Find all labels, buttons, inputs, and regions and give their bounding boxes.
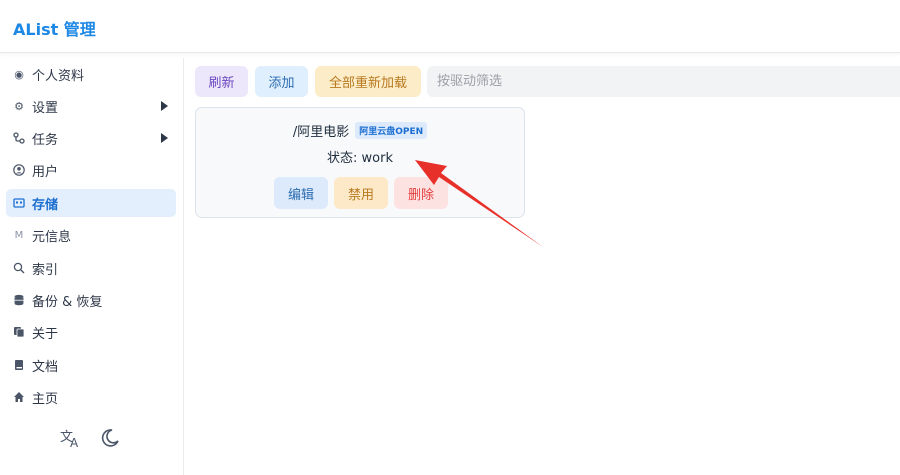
user-icon bbox=[13, 164, 25, 176]
sidebar-item-users[interactable]: 用户 bbox=[6, 156, 176, 184]
sidebar-item-tasks[interactable]: 任务 bbox=[6, 124, 176, 152]
sidebar: ◉ 个人资料 ⚙ 设置 任务 用户 存储 M 元信息 索引 备份 & 恢复 关于… bbox=[0, 58, 184, 475]
reload-all-button[interactable]: 全部重新加载 bbox=[315, 66, 421, 97]
sidebar-item-about[interactable]: 关于 bbox=[6, 318, 176, 346]
sidebar-item-storage[interactable]: 存储 bbox=[6, 189, 176, 217]
driver-badge: 阿里云盘OPEN bbox=[355, 122, 428, 139]
storage-toolbar: 刷新 添加 全部重新加载 bbox=[195, 66, 428, 97]
database-icon bbox=[13, 294, 25, 306]
storage-card: /阿里电影 阿里云盘OPEN 状态: work 编辑 禁用 删除 bbox=[195, 107, 525, 218]
sidebar-item-label: 个人资料 bbox=[32, 68, 85, 84]
moon-icon[interactable] bbox=[100, 428, 120, 453]
mount-path: /阿里电影 bbox=[292, 125, 350, 140]
storage-icon bbox=[13, 197, 25, 209]
sidebar-item-label: 元信息 bbox=[32, 229, 72, 245]
sidebar-item-home[interactable]: 主页 bbox=[6, 383, 176, 411]
expand-arrow-icon bbox=[161, 133, 168, 143]
sidebar-item-label: 索引 bbox=[32, 262, 59, 278]
sidebar-item-docs[interactable]: 文档 bbox=[6, 351, 176, 379]
svg-text:A: A bbox=[70, 436, 79, 448]
search-icon bbox=[13, 262, 25, 274]
sidebar-item-label: 主页 bbox=[32, 391, 59, 407]
home-icon bbox=[13, 391, 25, 403]
sidebar-item-label: 备份 & 恢复 bbox=[32, 294, 103, 310]
sidebar-item-metainfo[interactable]: M 元信息 bbox=[6, 221, 176, 249]
delete-button[interactable]: 删除 bbox=[394, 177, 448, 209]
expand-arrow-icon bbox=[161, 101, 168, 111]
profile-icon: ◉ bbox=[14, 67, 24, 81]
sidebar-item-index[interactable]: 索引 bbox=[6, 254, 176, 282]
disable-button[interactable]: 禁用 bbox=[334, 177, 388, 209]
sidebar-item-label: 文档 bbox=[32, 359, 59, 375]
storage-card-actions: 编辑 禁用 删除 bbox=[274, 177, 448, 209]
sidebar-item-label: 任务 bbox=[32, 132, 59, 148]
sidebar-footer: 文A bbox=[60, 428, 120, 453]
storage-status: 状态: work bbox=[327, 151, 393, 166]
refresh-button[interactable]: 刷新 bbox=[195, 66, 248, 97]
translate-icon[interactable]: 文A bbox=[60, 428, 82, 453]
driver-filter-input[interactable] bbox=[427, 66, 900, 97]
top-header: AList 管理 bbox=[0, 0, 900, 53]
sidebar-item-label: 存储 bbox=[32, 197, 59, 213]
storage-card-header: /阿里电影 阿里云盘OPEN bbox=[196, 121, 524, 140]
about-icon bbox=[13, 326, 25, 338]
add-button[interactable]: 添加 bbox=[255, 66, 308, 97]
sidebar-item-label: 设置 bbox=[32, 100, 59, 116]
sidebar-item-backup[interactable]: 备份 & 恢复 bbox=[6, 286, 176, 314]
sidebar-item-settings[interactable]: ⚙ 设置 bbox=[6, 92, 176, 120]
edit-button[interactable]: 编辑 bbox=[274, 177, 328, 209]
sidebar-item-label: 关于 bbox=[32, 326, 59, 342]
meta-icon: M bbox=[14, 229, 24, 241]
sidebar-item-label: 用户 bbox=[32, 164, 59, 180]
gear-icon: ⚙ bbox=[14, 99, 24, 113]
sidebar-item-profile[interactable]: ◉ 个人资料 bbox=[6, 60, 176, 88]
app-title[interactable]: AList 管理 bbox=[13, 16, 96, 40]
tasks-icon bbox=[13, 132, 25, 144]
book-icon bbox=[13, 359, 25, 371]
